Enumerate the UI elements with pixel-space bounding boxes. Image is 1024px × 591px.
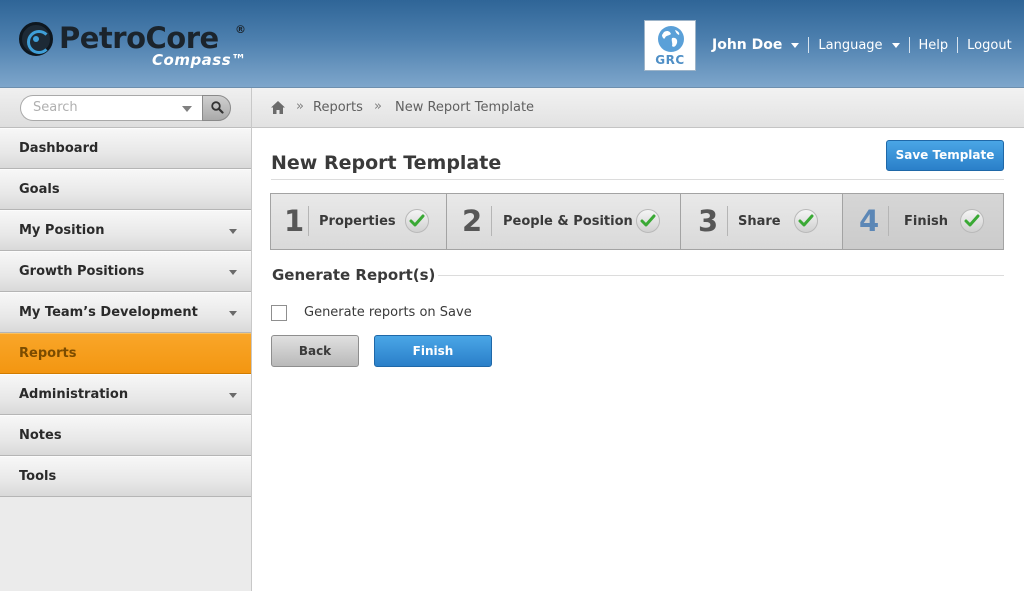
sidebar-item-administration[interactable]: Administration: [0, 374, 251, 415]
chevron-down-icon: [229, 311, 237, 316]
section-divider: [438, 275, 1004, 276]
sidebar-item-goals[interactable]: Goals: [0, 169, 251, 210]
globe-icon: [658, 26, 684, 52]
app-header: PetroCore ® Compass™ GRC John Doe Langua…: [0, 0, 1024, 88]
language-menu[interactable]: Language: [818, 38, 882, 53]
sidebar-item-label: Growth Positions: [19, 264, 145, 279]
step-number: 3: [698, 204, 719, 238]
home-icon[interactable]: [270, 100, 286, 115]
grc-badge-label: GRC: [655, 53, 685, 67]
back-button[interactable]: Back: [271, 335, 359, 367]
step-number: 4: [859, 204, 880, 238]
sidebar-item-label: Administration: [19, 387, 129, 402]
breadcrumb-separator: »: [296, 99, 304, 114]
step-divider: [888, 206, 889, 236]
step-label: Properties: [319, 214, 396, 229]
page-title: New Report Template: [271, 152, 502, 174]
sidebar-item-label: Goals: [19, 182, 60, 197]
sidebar-item-my-position[interactable]: My Position: [0, 210, 251, 251]
step-properties[interactable]: 1 Properties: [271, 194, 447, 249]
logout-link[interactable]: Logout: [967, 38, 1012, 53]
search-bar: Search: [0, 88, 251, 128]
title-divider: [271, 179, 1004, 180]
logo-mark-icon: [19, 22, 53, 56]
nav-divider: [908, 37, 910, 53]
generate-reports-label[interactable]: Generate reports on Save: [304, 305, 472, 320]
sidebar-item-tools[interactable]: Tools: [0, 456, 251, 497]
breadcrumb-separator: »: [374, 99, 382, 114]
step-finish[interactable]: 4 Finish: [843, 194, 1003, 249]
sidebar-item-label: Reports: [19, 346, 77, 361]
section-title: Generate Report(s): [272, 266, 436, 284]
sidebar-item-label: My Position: [19, 223, 105, 238]
chevron-down-icon: [229, 270, 237, 275]
breadcrumb-item-current: New Report Template: [395, 100, 535, 115]
step-people-position[interactable]: 2 People & Position: [447, 194, 681, 249]
generate-reports-checkbox[interactable]: [271, 305, 287, 321]
step-share[interactable]: 3 Share: [681, 194, 843, 249]
petrocore-logo[interactable]: PetroCore ® Compass™: [19, 20, 289, 70]
user-chevron-down-icon[interactable]: [791, 42, 800, 48]
breadcrumb: » Reports » New Report Template: [252, 88, 1024, 128]
sidebar-item-my-teams-development[interactable]: My Team’s Development: [0, 292, 251, 333]
nav-divider: [808, 37, 810, 53]
sidebar-item-label: Dashboard: [19, 141, 99, 156]
search-input[interactable]: Search: [20, 95, 203, 121]
help-link[interactable]: Help: [919, 38, 949, 53]
step-label: Share: [738, 214, 781, 229]
chevron-down-icon: [229, 229, 237, 234]
language-chevron-down-icon[interactable]: [891, 42, 900, 48]
check-icon: [636, 209, 660, 233]
save-template-button[interactable]: Save Template: [886, 140, 1004, 171]
sidebar-item-reports[interactable]: Reports: [0, 333, 251, 374]
sidebar-item-growth-positions[interactable]: Growth Positions: [0, 251, 251, 292]
search-dropdown-icon[interactable]: [182, 106, 192, 112]
step-number: 2: [462, 204, 483, 238]
step-label: People & Position: [503, 214, 633, 229]
nav-divider: [957, 37, 959, 53]
wizard-steps: 1 Properties 2 People & Position 3 Share…: [270, 193, 1004, 250]
sidebar-item-label: Notes: [19, 428, 62, 443]
chevron-down-icon: [229, 393, 237, 398]
sidebar-item-dashboard[interactable]: Dashboard: [0, 128, 251, 169]
check-icon: [960, 209, 984, 233]
step-number: 1: [284, 204, 305, 238]
step-label: Finish: [904, 214, 949, 229]
check-icon: [794, 209, 818, 233]
finish-button[interactable]: Finish: [374, 335, 492, 367]
logo-subtitle: Compass™: [152, 51, 247, 69]
search-button[interactable]: [202, 95, 231, 121]
user-nav: John Doe Language Help Logout: [712, 35, 1012, 55]
step-divider: [727, 206, 728, 236]
user-menu[interactable]: John Doe: [712, 37, 782, 53]
grc-badge[interactable]: GRC: [644, 20, 696, 71]
logo-registered-mark: ®: [235, 23, 246, 36]
check-icon: [405, 209, 429, 233]
step-divider: [308, 206, 309, 236]
sidebar-item-notes[interactable]: Notes: [0, 415, 251, 456]
search-icon: [211, 101, 224, 114]
sidebar: Search Dashboard Goals My Position Growt…: [0, 88, 252, 591]
sidebar-item-label: Tools: [19, 469, 57, 484]
breadcrumb-item-reports[interactable]: Reports: [313, 100, 363, 115]
sidebar-item-label: My Team’s Development: [19, 305, 198, 320]
step-divider: [491, 206, 492, 236]
